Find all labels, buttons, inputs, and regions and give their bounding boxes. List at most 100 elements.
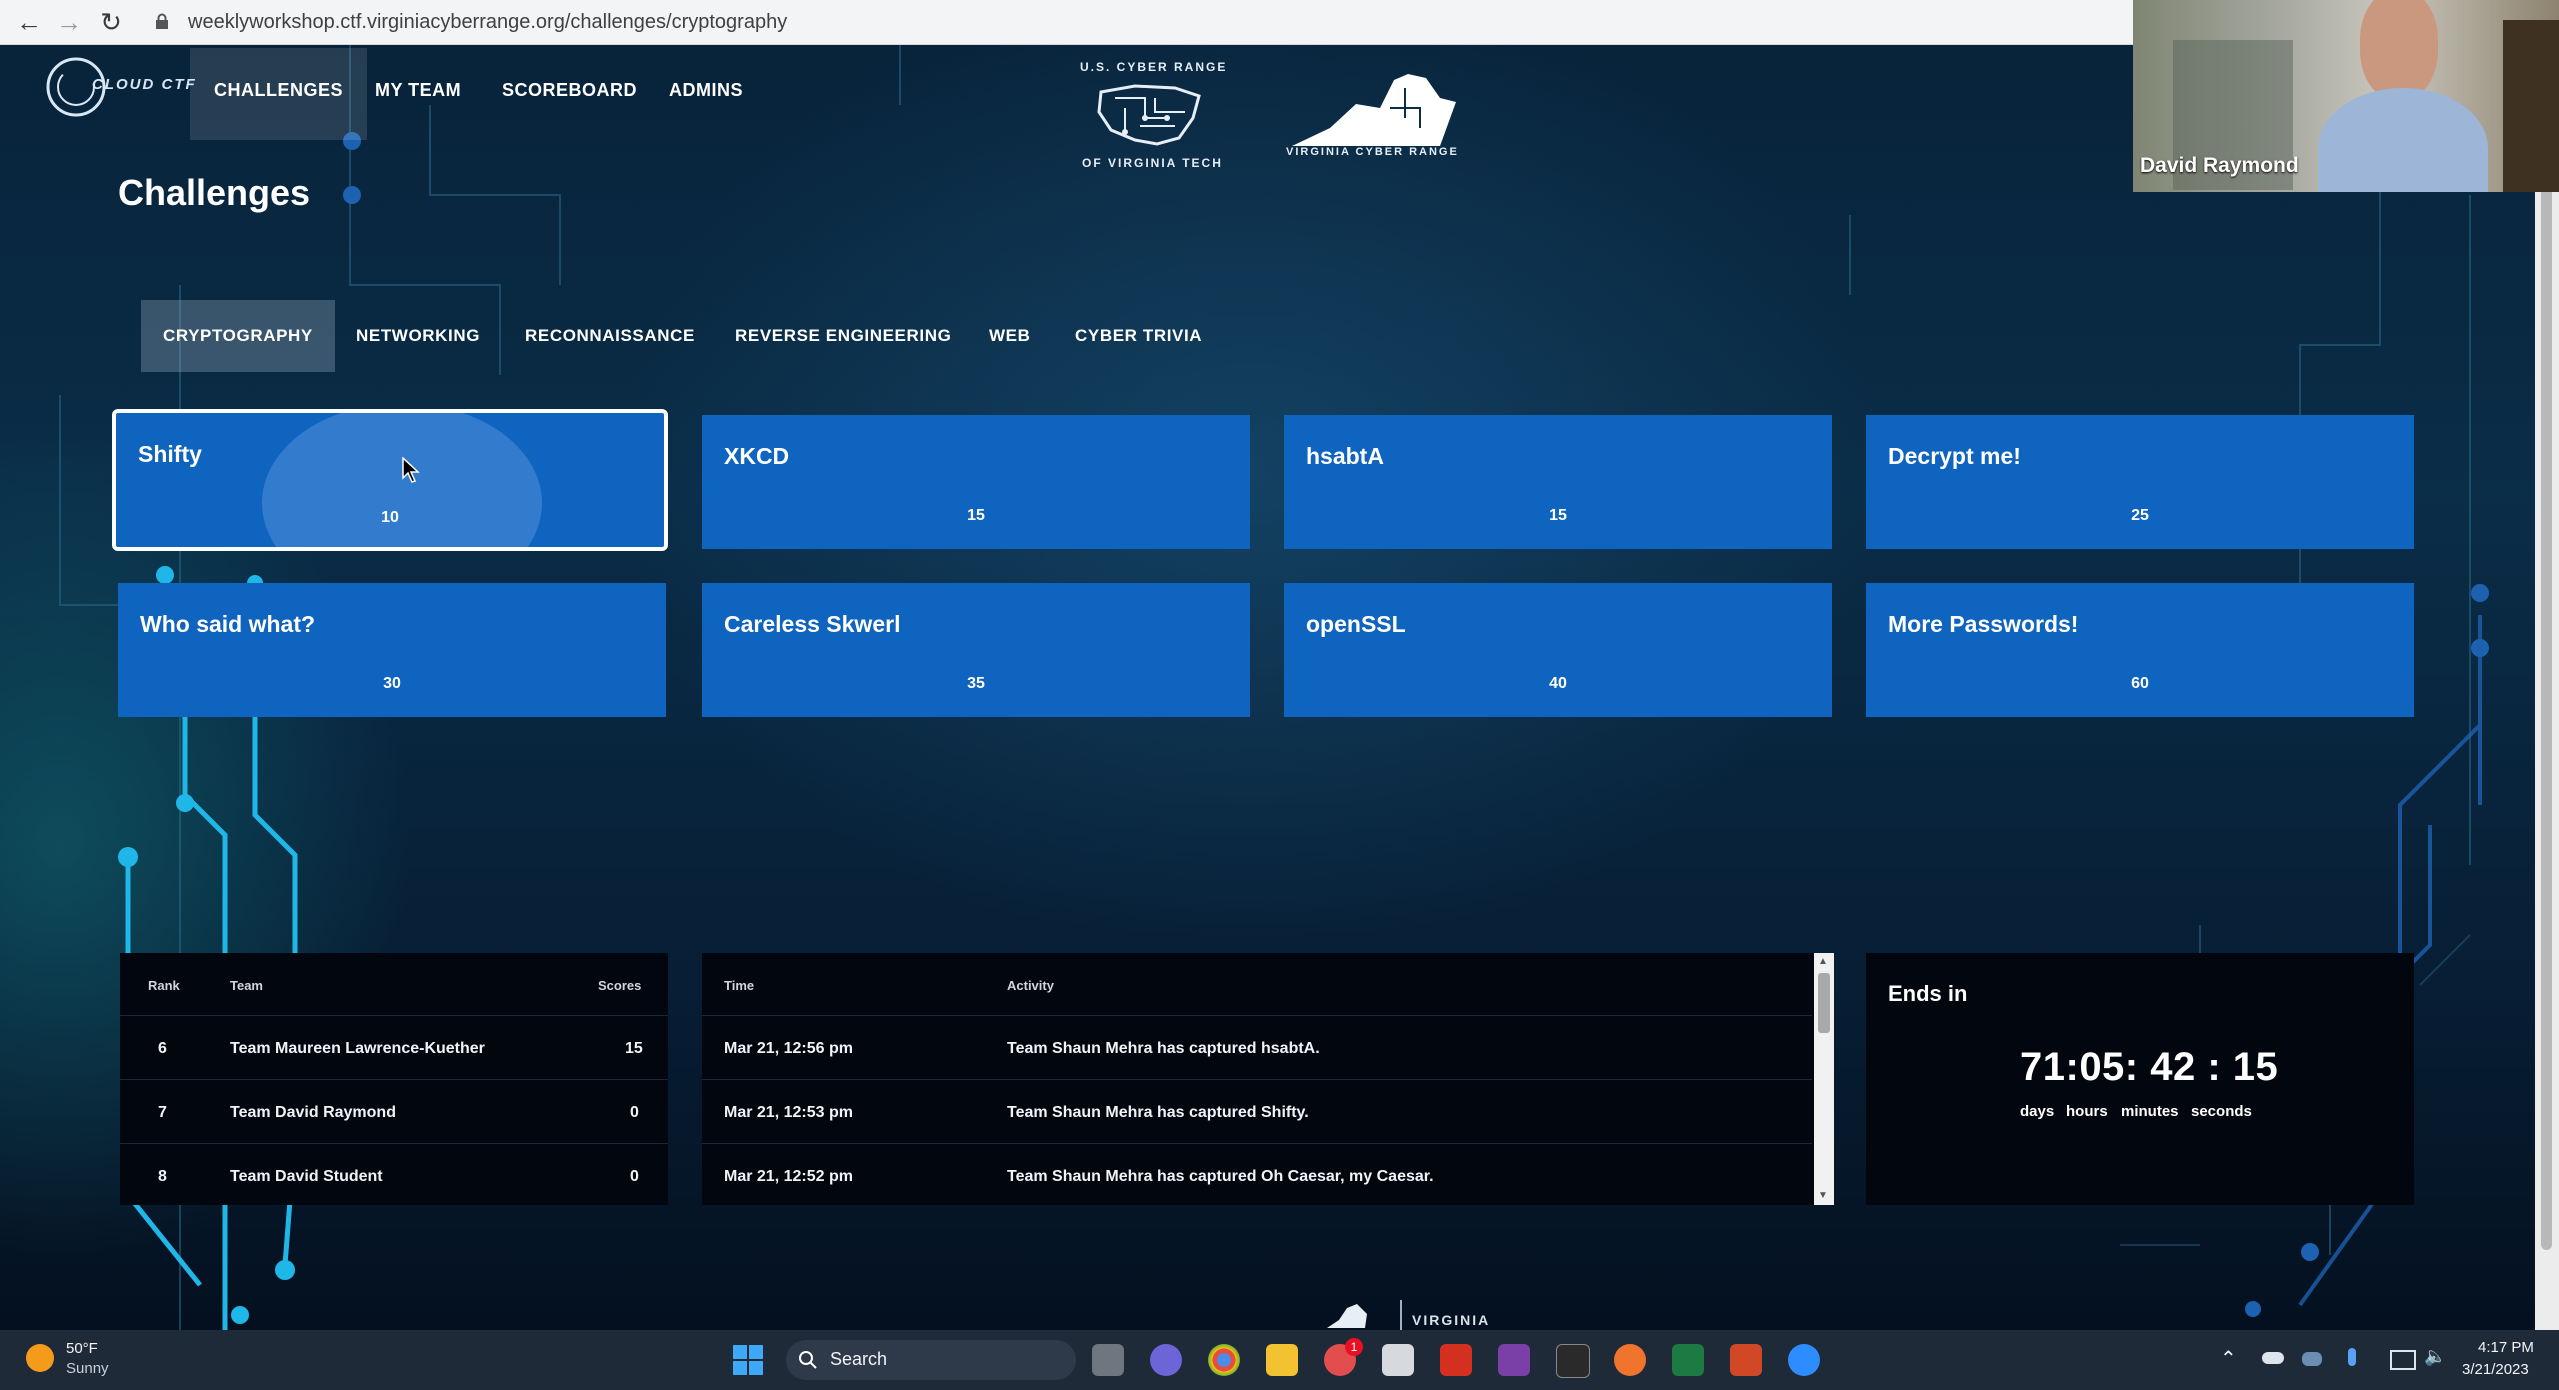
rank-cell: 6: [158, 1040, 167, 1057]
challenge-name: openSSL: [1306, 611, 1406, 637]
tab-reverse-engineering[interactable]: REVERSE ENGINEERING: [735, 300, 951, 372]
volume-icon[interactable]: 🔈: [2424, 1346, 2446, 1367]
footer-text: VIRGINIA: [1412, 1312, 1491, 1328]
challenge-points: 30: [383, 675, 401, 692]
chrome-icon[interactable]: [1208, 1344, 1240, 1376]
activity-text: Team Shaun Mehra has captured Shifty.: [1007, 1104, 1309, 1121]
challenge-points: 25: [2131, 507, 2149, 524]
emblem-top-text: U.S. CYBER RANGE: [1080, 60, 1228, 74]
divider: [120, 1015, 668, 1016]
challenge-points: 60: [2131, 675, 2149, 692]
challenge-card[interactable]: XKCD 15: [702, 415, 1250, 549]
onenote-icon[interactable]: [1498, 1344, 1530, 1376]
weather-temp[interactable]: 50°F: [66, 1340, 98, 1357]
activity-panel: Time Activity Mar 21, 12:56 pm Team Shau…: [702, 953, 1834, 1205]
snipping-tool-icon[interactable]: [1382, 1344, 1414, 1376]
activity-time: Mar 21, 12:53 pm: [724, 1104, 853, 1121]
challenge-points: 15: [967, 507, 985, 524]
powerpoint-icon[interactable]: [1730, 1344, 1762, 1376]
clock-date[interactable]: 3/21/2023: [2462, 1361, 2529, 1378]
activity-text: Team Shaun Mehra has captured hsabtA.: [1007, 1040, 1320, 1057]
minutes-label: minutes: [2121, 1103, 2179, 1120]
taskbar-search[interactable]: Search: [786, 1340, 1076, 1380]
challenge-points: 15: [1549, 507, 1567, 524]
challenge-card[interactable]: Who said what? 30: [118, 583, 666, 717]
emblem-virginia-text: VIRGINIA CYBER RANGE: [1286, 146, 1459, 158]
ends-in-title: Ends in: [1888, 981, 1968, 1006]
mouse-cursor-icon: [402, 457, 420, 483]
challenge-name: XKCD: [724, 443, 790, 469]
challenge-name: hsabtA: [1306, 443, 1384, 469]
scroll-up-icon[interactable]: ▲: [1818, 957, 1830, 967]
reload-icon[interactable]: ↻: [96, 7, 126, 37]
challenge-name: More Passwords!: [1888, 611, 2079, 637]
footer-divider: [1400, 1300, 1402, 1330]
hours-label: hours: [2066, 1103, 2108, 1120]
challenge-card[interactable]: More Passwords! 60: [1866, 583, 2414, 717]
tab-cryptography[interactable]: CRYPTOGRAPHY: [141, 300, 335, 372]
clock-time[interactable]: 4:17 PM: [2478, 1339, 2534, 1356]
microphone-icon[interactable]: [2348, 1348, 2356, 1366]
team-header: Team: [230, 978, 263, 993]
countdown-timer: 71:05: 42 : 15: [2020, 1045, 2279, 1089]
terminal-icon[interactable]: [1556, 1344, 1590, 1378]
windows-start-icon[interactable]: [732, 1344, 764, 1376]
activity-text: Team Shaun Mehra has captured Oh Caesar,…: [1007, 1168, 1434, 1185]
team-cell[interactable]: Team David Student: [230, 1168, 383, 1186]
file-explorer-icon[interactable]: [1266, 1344, 1298, 1376]
onedrive-icon[interactable]: [2262, 1352, 2284, 1364]
notification-badge: 1: [1345, 1338, 1363, 1356]
chevron-up-icon[interactable]: ⌃: [2220, 1346, 2237, 1371]
tab-reconnaissance[interactable]: RECONNAISSANCE: [525, 300, 695, 372]
challenge-name: Who said what?: [140, 611, 316, 637]
challenge-points: 35: [967, 675, 985, 692]
activity-scroll-thumb[interactable]: [1818, 973, 1830, 1033]
challenge-name: Careless Skwerl: [724, 611, 901, 637]
webcam-name-label: David Raymond: [2140, 154, 2299, 177]
back-icon[interactable]: ←: [14, 7, 44, 37]
scroll-down-icon[interactable]: ▼: [1818, 1191, 1830, 1201]
challenge-card[interactable]: openSSL 40: [1284, 583, 1832, 717]
address-bar[interactable]: weeklyworkshop.ctf.virginiacyberrange.or…: [188, 8, 787, 36]
acrobat-icon[interactable]: [1440, 1344, 1472, 1376]
challenge-card[interactable]: Decrypt me! 25: [1866, 415, 2414, 549]
zoom-icon[interactable]: [1788, 1344, 1820, 1376]
sun-icon[interactable]: [26, 1344, 54, 1372]
scoreboard-panel: Rank Team Scores 6 Team Maureen Lawrence…: [120, 953, 668, 1205]
challenge-name: Shifty: [138, 441, 202, 467]
tab-cyber-trivia[interactable]: CYBER TRIVIA: [1075, 300, 1202, 372]
score-cell: 0: [630, 1104, 639, 1121]
search-icon: [799, 1351, 817, 1369]
tab-web[interactable]: WEB: [989, 300, 1030, 372]
challenge-card[interactable]: Shifty 10: [112, 409, 668, 551]
excel-icon[interactable]: [1672, 1344, 1704, 1376]
teams-chat-icon[interactable]: [1150, 1344, 1182, 1376]
task-view-icon[interactable]: [1092, 1344, 1124, 1376]
challenge-card[interactable]: hsabtA 15: [1284, 415, 1832, 549]
weather-desc[interactable]: Sunny: [66, 1360, 109, 1377]
team-cell[interactable]: Team Maureen Lawrence-Kuether: [230, 1040, 485, 1058]
forward-icon[interactable]: →: [54, 7, 84, 37]
activity-time: Mar 21, 12:52 pm: [724, 1168, 853, 1185]
challenge-points: 40: [1549, 675, 1567, 692]
tab-networking[interactable]: NETWORKING: [356, 300, 480, 372]
nav-challenges[interactable]: CHALLENGES: [190, 48, 368, 140]
nav-admins[interactable]: ADMINS: [669, 48, 743, 140]
scrollbar-thumb[interactable]: [2541, 130, 2552, 1250]
divider: [120, 1143, 668, 1144]
challenge-card[interactable]: Careless Skwerl 35: [702, 583, 1250, 717]
bookshelf: [2503, 20, 2559, 192]
activity-header: Activity: [1007, 978, 1054, 993]
network-icon[interactable]: [2390, 1350, 2416, 1370]
nav-my-team[interactable]: MY TEAM: [375, 48, 461, 140]
nav-scoreboard[interactable]: SCOREBOARD: [502, 48, 637, 140]
logo-text: CLOUD CTF: [92, 76, 197, 93]
onedrive-error-icon[interactable]: [2302, 1352, 2322, 1366]
activity-time: Mar 21, 12:56 pm: [724, 1040, 853, 1057]
score-cell: 15: [625, 1040, 643, 1057]
search-label: Search: [830, 1349, 888, 1369]
divider: [702, 1079, 1812, 1080]
firefox-icon[interactable]: [1614, 1344, 1646, 1376]
team-cell[interactable]: Team David Raymond: [230, 1104, 396, 1122]
us-map-emblem: [1097, 84, 1201, 146]
